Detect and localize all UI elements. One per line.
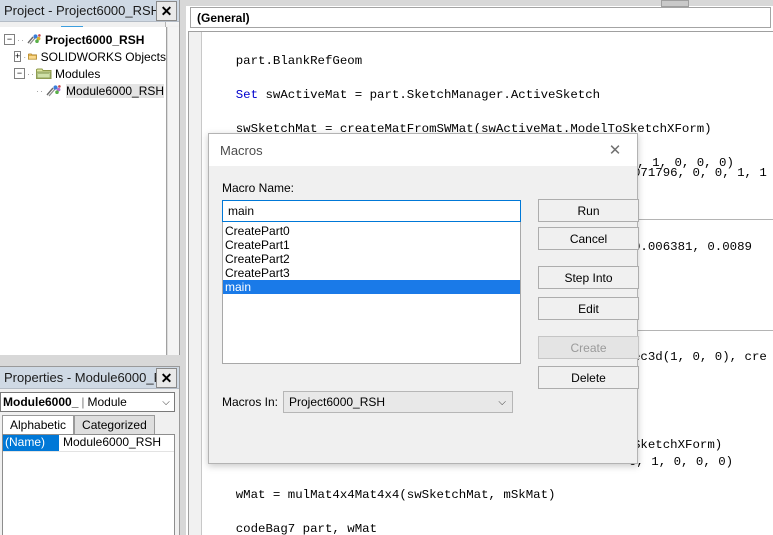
tab-alphabetic[interactable]: Alphabetic — [2, 415, 75, 434]
macro-name-input[interactable]: main — [222, 200, 521, 222]
folder-icon — [28, 53, 38, 60]
tree-label-solidworks-objects: SOLIDWORKS Objects — [40, 49, 166, 64]
properties-grid[interactable]: (Name) Module6000_RSH — [2, 434, 175, 535]
macros-dialog-body: Macro Name: main CreatePart0 CreatePart1… — [209, 166, 639, 463]
property-key: (Name) — [3, 435, 59, 451]
properties-panel-titlebar: Properties - Module6000_RSH ✕ — [0, 367, 179, 389]
properties-object-type: Module — [87, 395, 127, 409]
code-rule-2 — [625, 330, 773, 331]
close-icon[interactable]: ✕ — [593, 135, 637, 166]
create-button: Create — [538, 336, 639, 359]
edit-button[interactable]: Edit — [538, 297, 639, 320]
code-line: part.BlankRefGeom — [206, 54, 363, 68]
delete-button[interactable]: Delete — [538, 366, 639, 389]
properties-object-name: Module6000_ — [3, 395, 79, 409]
list-item-selected[interactable]: main — [223, 280, 520, 294]
macro-name-label: Macro Name: — [222, 181, 295, 195]
tree-label-module: Module6000_RSH — [66, 83, 165, 98]
code-rule-1 — [625, 219, 773, 220]
macros-dialog: Macros ✕ Macro Name: main CreatePart0 Cr… — [208, 133, 639, 464]
list-item[interactable]: CreatePart0 — [223, 224, 520, 238]
tree-node-modules[interactable]: − ·· Modules — [4, 65, 166, 82]
tree-toggle-icon[interactable]: − — [4, 34, 15, 45]
project-tree-scrollbar[interactable] — [167, 27, 179, 355]
macros-in-label: Macros In: — [222, 395, 279, 409]
object-selector-value: (General) — [197, 10, 250, 25]
code-fragment-right-3: ec3d(1, 0, 0), cre — [633, 350, 767, 364]
properties-object-combo[interactable]: Module6000_ | Module ⌵ — [0, 392, 175, 412]
project-panel-titlebar: Project - Project6000_RSH ✕ — [0, 0, 179, 22]
macros-dialog-titlebar: Macros ✕ — [209, 134, 637, 166]
tree-label-project: Project6000_RSH — [45, 32, 145, 47]
tree-connector: ···· — [36, 85, 45, 96]
code-fragment-right-4: SketchXForm) — [633, 438, 723, 452]
list-item[interactable]: CreatePart2 — [223, 252, 520, 266]
project-panel-title: Project - Project6000_RSH — [4, 3, 156, 18]
project-explorer-panel: Project - Project6000_RSH ✕ − ·· Project… — [0, 0, 180, 355]
tree-connector: ·· — [27, 68, 35, 79]
macros-in-select[interactable]: Project6000_RSH ⌵ — [283, 391, 513, 413]
code-line: codeBag7 part, wMat — [206, 522, 378, 535]
list-item[interactable]: CreatePart1 — [223, 238, 520, 252]
tree-label-modules: Modules — [55, 66, 101, 81]
step-into-button[interactable]: Step Into — [538, 266, 639, 289]
chevron-down-icon[interactable]: ⌵ — [498, 397, 506, 408]
app-window: (General) part.BlankRefGeom Set Set swAc… — [0, 0, 773, 535]
close-icon[interactable]: ✕ — [156, 0, 177, 21]
macros-in-value: Project6000_RSH — [289, 395, 386, 409]
close-icon[interactable]: ✕ — [156, 367, 177, 388]
folder-open-icon — [36, 68, 52, 79]
macro-name-input-value: main — [228, 204, 255, 218]
tree-node-project[interactable]: − ·· Project6000_RSH — [4, 31, 166, 48]
cancel-button[interactable]: Cancel — [538, 227, 639, 250]
property-value[interactable]: Module6000_RSH — [59, 435, 161, 451]
tab-categorized[interactable]: Categorized — [74, 415, 155, 434]
tree-toggle-icon[interactable]: − — [14, 68, 25, 79]
code-fragment-right-1: 071796, 0, 0, 1, 1 — [633, 166, 767, 180]
object-selector-combo[interactable]: (General) — [190, 7, 771, 28]
property-row[interactable]: (Name) Module6000_RSH — [3, 435, 174, 452]
properties-combo-separator: | — [81, 395, 85, 409]
tree-node-module[interactable]: ···· Module6000_RSH — [4, 82, 166, 99]
run-button[interactable]: Run — [538, 199, 639, 222]
code-fragment-right-5: 0, 1, 0, 0, 0) — [629, 455, 734, 469]
code-margin-indicator-bar — [189, 32, 202, 535]
project-icon — [27, 33, 41, 44]
properties-panel: Properties - Module6000_RSH ✕ Module6000… — [0, 366, 180, 535]
project-tree[interactable]: − ·· Project6000_RSH + ·· — [0, 27, 167, 355]
macro-list[interactable]: CreatePart0 CreatePart1 CreatePart2 Crea… — [222, 222, 521, 364]
tree-node-solidworks-objects[interactable]: + ·· SOLIDWORKS Objects — [4, 48, 166, 65]
editor-top-strip — [186, 0, 773, 7]
editor-restore-widget[interactable] — [661, 0, 689, 7]
tree-connector: ·· — [17, 34, 25, 45]
list-item[interactable]: CreatePart3 — [223, 266, 520, 280]
properties-tabs: Alphabetic Categorized — [0, 415, 179, 434]
code-content-bottom: wMat = mulMat4x4Mat4x4(swSketchMat, mSkM… — [206, 470, 593, 535]
code-fragment-right-2: 0.006381, 0.0089 — [633, 240, 752, 254]
macros-dialog-title: Macros — [220, 142, 263, 158]
properties-panel-title: Properties - Module6000_RSH — [4, 370, 156, 385]
tree-toggle-icon[interactable]: + — [14, 51, 22, 62]
code-line: wMat = mulMat4x4Mat4x4(swSketchMat, mSkM… — [206, 488, 556, 502]
module-icon — [46, 84, 61, 96]
chevron-down-icon[interactable]: ⌵ — [158, 397, 174, 408]
code-line: Set Set swActiveMat = part.SketchManager… — [206, 88, 601, 102]
